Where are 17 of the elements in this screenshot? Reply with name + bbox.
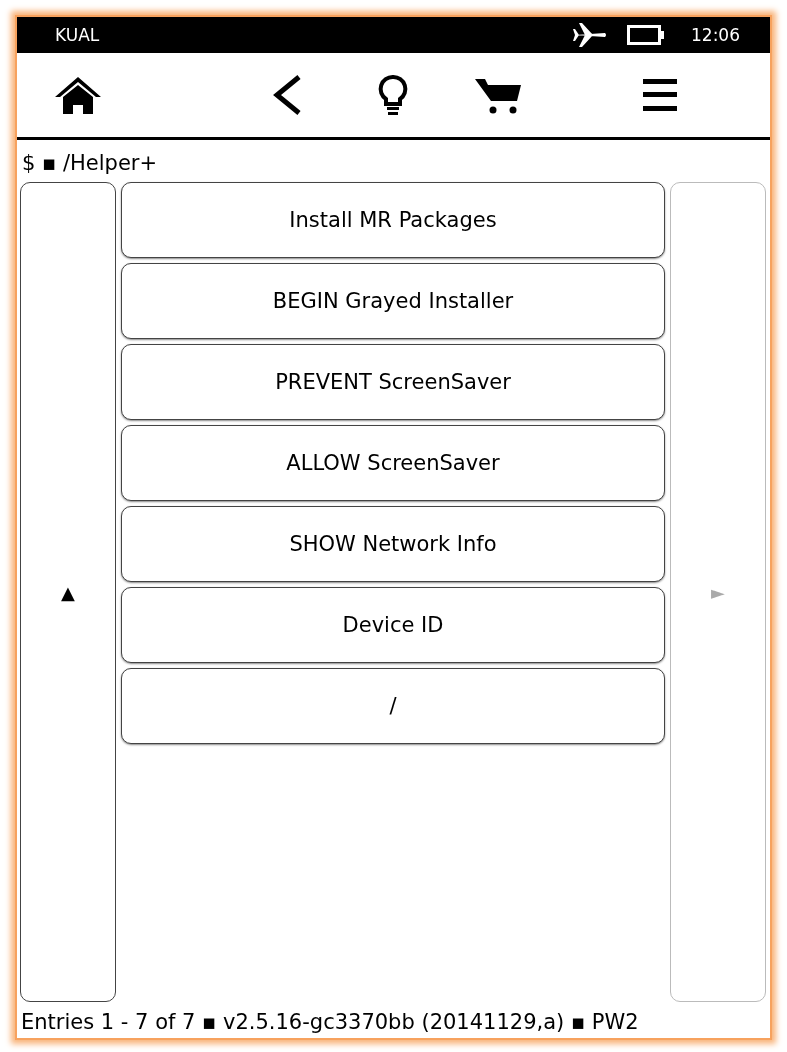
back-icon xyxy=(273,75,301,115)
menu-entry-button[interactable]: SHOW Network Info xyxy=(121,506,665,582)
path-label: $ ▪ /Helper+ xyxy=(21,150,159,177)
lightbulb-icon xyxy=(377,74,409,116)
menu-entry-button[interactable]: / xyxy=(121,668,665,744)
footer-status: Entries 1 - 7 of 7 ▪ v2.5.16-gc3370bb (20141129,a) ▪ PW2 xyxy=(20,1009,640,1036)
clock-time: 12:06 xyxy=(691,25,740,45)
menu-icon xyxy=(643,79,677,111)
menu-entry-button[interactable]: Device ID xyxy=(121,587,665,663)
page-up-button[interactable]: ▲ xyxy=(20,182,116,1002)
carrier-name: KUAL xyxy=(55,25,101,45)
menu-entry-button[interactable]: BEGIN Grayed Installer xyxy=(121,263,665,339)
home-icon xyxy=(53,75,103,115)
battery-icon xyxy=(627,25,665,45)
menu-entry-button[interactable]: Install MR Packages xyxy=(121,182,665,258)
menu-entry-button[interactable]: ALLOW ScreenSaver xyxy=(121,425,665,501)
menu-entry-button[interactable]: PREVENT ScreenSaver xyxy=(121,344,665,420)
